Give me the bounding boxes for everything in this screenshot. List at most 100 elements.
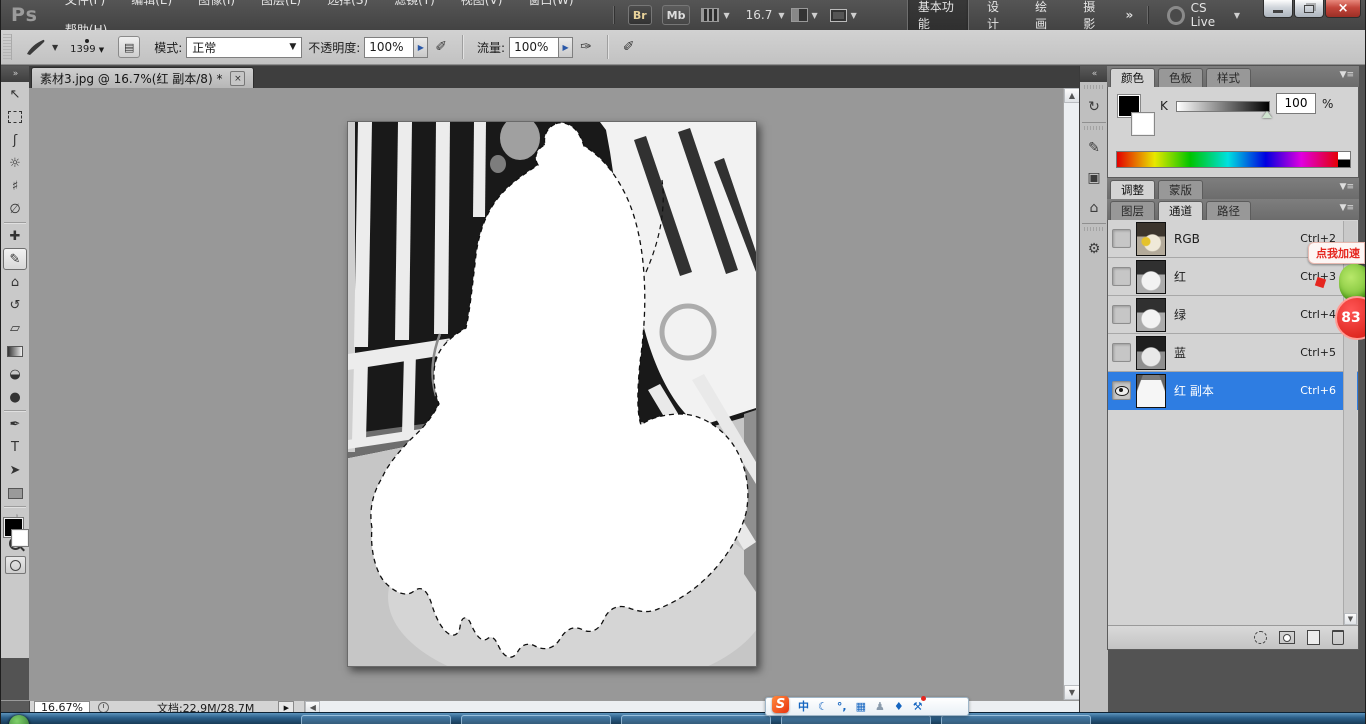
visibility-toggle[interactable] bbox=[1112, 305, 1131, 324]
close-button[interactable]: × bbox=[1325, 0, 1361, 18]
tool-presets-panel-icon[interactable]: ⚙ bbox=[1082, 237, 1106, 261]
path-selection-tool[interactable]: ➤ bbox=[3, 459, 27, 481]
panel-menu-icon[interactable]: ▼≡ bbox=[1340, 203, 1354, 213]
channel-thumbnail[interactable] bbox=[1136, 298, 1166, 332]
channel-thumbnail[interactable] bbox=[1136, 222, 1166, 256]
adjustments-tab[interactable]: 蒙版 bbox=[1158, 180, 1203, 199]
layers-tab[interactable]: 路径 bbox=[1206, 201, 1251, 220]
menu-item-t[interactable]: 滤镜(T) bbox=[381, 0, 448, 7]
menu-item-i[interactable]: 图像(I) bbox=[185, 0, 248, 7]
background-color-swatch[interactable] bbox=[12, 530, 28, 546]
save-selection-as-channel-button[interactable] bbox=[1279, 631, 1295, 644]
load-channel-as-selection-button[interactable] bbox=[1254, 631, 1267, 644]
taskbar-window-button[interactable] bbox=[301, 715, 451, 724]
menu-item-s[interactable]: 选择(S) bbox=[314, 0, 381, 7]
panel-menu-icon[interactable]: ▼≡ bbox=[1340, 70, 1354, 80]
opacity-input[interactable]: 100% bbox=[364, 37, 414, 58]
blur-tool[interactable]: ◒ bbox=[3, 363, 27, 385]
view-extras-button[interactable]: ▼ bbox=[701, 8, 729, 22]
flow-slider-button[interactable]: ▶ bbox=[559, 37, 573, 58]
pen-tool[interactable]: ✒ bbox=[3, 413, 27, 435]
launch-mini-bridge-button[interactable]: Mb bbox=[662, 5, 691, 25]
canvas-area[interactable] bbox=[29, 88, 1063, 700]
toggle-brush-panel-button[interactable]: ▤ bbox=[118, 36, 140, 58]
layers-tab[interactable]: 通道 bbox=[1158, 201, 1203, 220]
brush-size-display[interactable]: 1399 ▼ bbox=[70, 39, 104, 55]
layers-tab[interactable]: 图层 bbox=[1110, 201, 1155, 220]
color-tab[interactable]: 色板 bbox=[1158, 68, 1203, 87]
ime-account-icon[interactable]: ♟ bbox=[875, 698, 885, 715]
ime-punctuation-icon[interactable]: °, bbox=[837, 698, 847, 715]
visibility-toggle[interactable] bbox=[1112, 229, 1131, 248]
eyedropper-tool[interactable]: ∅ bbox=[3, 198, 27, 220]
ime-soft-keyboard-icon[interactable]: ▦ bbox=[856, 698, 866, 715]
brush-tool[interactable]: ✎ bbox=[3, 248, 27, 270]
stamp-panel-icon[interactable]: ⌂ bbox=[1082, 196, 1106, 220]
panel-background-swatch[interactable] bbox=[1132, 113, 1154, 135]
sogou-logo-icon[interactable]: S bbox=[772, 696, 789, 713]
k-slider[interactable] bbox=[1176, 101, 1270, 112]
panel-menu-icon[interactable]: ▼≡ bbox=[1340, 182, 1354, 192]
opacity-slider-button[interactable]: ▶ bbox=[414, 37, 428, 58]
quick-mask-button[interactable] bbox=[5, 556, 26, 574]
workspace-button[interactable]: 绘画 bbox=[1025, 0, 1065, 34]
eraser-tool[interactable]: ▱ bbox=[3, 317, 27, 339]
zoom-level-control[interactable]: 16.7 bbox=[746, 8, 773, 22]
visibility-toggle[interactable] bbox=[1112, 343, 1131, 362]
type-tool[interactable]: T bbox=[3, 436, 27, 458]
cs-live-button[interactable]: CS Live ▼ bbox=[1167, 1, 1240, 29]
color-tab[interactable]: 颜色 bbox=[1110, 68, 1155, 87]
dock-grip[interactable] bbox=[1084, 227, 1104, 231]
menu-item-f[interactable]: 文件(F) bbox=[52, 0, 118, 7]
history-brush-tool[interactable]: ↺ bbox=[3, 294, 27, 316]
taskbar-window-button[interactable] bbox=[461, 715, 611, 724]
spectrum-bw-cells[interactable] bbox=[1338, 151, 1351, 168]
quick-selection-tool[interactable]: ☼ bbox=[3, 152, 27, 174]
new-channel-button[interactable] bbox=[1307, 630, 1320, 645]
color-tab[interactable]: 样式 bbox=[1206, 68, 1251, 87]
flow-input[interactable]: 100% bbox=[509, 37, 559, 58]
k-value-input[interactable]: 100 bbox=[1276, 93, 1316, 114]
blend-mode-select[interactable]: 正常 ▼ bbox=[186, 37, 302, 58]
history-panel-icon[interactable]: ↻ bbox=[1082, 95, 1106, 119]
shape-tool[interactable] bbox=[3, 482, 27, 504]
vertical-scrollbar[interactable]: ▲ ▼ bbox=[1063, 88, 1080, 700]
menu-item-w[interactable]: 窗口(W) bbox=[515, 0, 586, 7]
tools-collapse-button[interactable]: » bbox=[1, 66, 29, 82]
document-tab[interactable]: 素材3.jpg @ 16.7%(红 副本/8) * × bbox=[31, 67, 254, 89]
channel-thumbnail[interactable] bbox=[1136, 374, 1166, 408]
healing-brush-tool[interactable]: ✚ bbox=[3, 225, 27, 247]
launch-bridge-button[interactable]: Br bbox=[628, 5, 652, 25]
scroll-down-icon[interactable]: ▼ bbox=[1344, 613, 1357, 625]
options-grip[interactable] bbox=[3, 34, 12, 60]
scroll-up-icon[interactable]: ▲ bbox=[1064, 88, 1080, 103]
move-tool[interactable]: ↖ bbox=[3, 83, 27, 105]
channel-thumbnail[interactable] bbox=[1136, 336, 1166, 370]
clone-stamp-tool[interactable]: ⌂ bbox=[3, 271, 27, 293]
promo-badge[interactable]: 83 bbox=[1335, 296, 1366, 340]
k-slider-thumb[interactable] bbox=[1262, 111, 1272, 118]
channel-row[interactable]: 红 副本Ctrl+6 bbox=[1108, 372, 1358, 410]
ime-full-half-icon[interactable]: ☾ bbox=[818, 698, 828, 715]
pressure-size-icon[interactable]: ✐ bbox=[623, 39, 635, 55]
menu-item-l[interactable]: 图层(L) bbox=[248, 0, 314, 7]
arrange-documents-button[interactable]: ▼ bbox=[791, 8, 818, 22]
minimize-button[interactable] bbox=[1263, 0, 1293, 18]
delete-channel-button[interactable] bbox=[1332, 630, 1344, 645]
brush-panel-icon[interactable]: ✎ bbox=[1082, 136, 1106, 160]
ime-skin-icon[interactable]: ♦ bbox=[894, 698, 904, 715]
taskbar-window-button[interactable] bbox=[781, 715, 931, 724]
gradient-tool[interactable] bbox=[3, 340, 27, 362]
visibility-toggle[interactable] bbox=[1112, 381, 1131, 400]
color-spectrum-ramp[interactable] bbox=[1116, 151, 1340, 168]
brush-preset-picker[interactable]: ▼ bbox=[24, 37, 58, 57]
clone-source-panel-icon[interactable]: ▣ bbox=[1082, 166, 1106, 190]
pressure-opacity-icon[interactable]: ✐ bbox=[435, 39, 447, 55]
dock-grip[interactable] bbox=[1084, 126, 1104, 130]
airbrush-icon[interactable]: ✑ bbox=[580, 39, 592, 55]
ime-toolbox-icon[interactable]: ⚒ bbox=[913, 698, 923, 715]
dock-grip[interactable] bbox=[1084, 85, 1104, 89]
crop-tool[interactable]: ♯ bbox=[3, 175, 27, 197]
visibility-toggle[interactable] bbox=[1112, 267, 1131, 286]
document-image[interactable] bbox=[347, 121, 757, 667]
